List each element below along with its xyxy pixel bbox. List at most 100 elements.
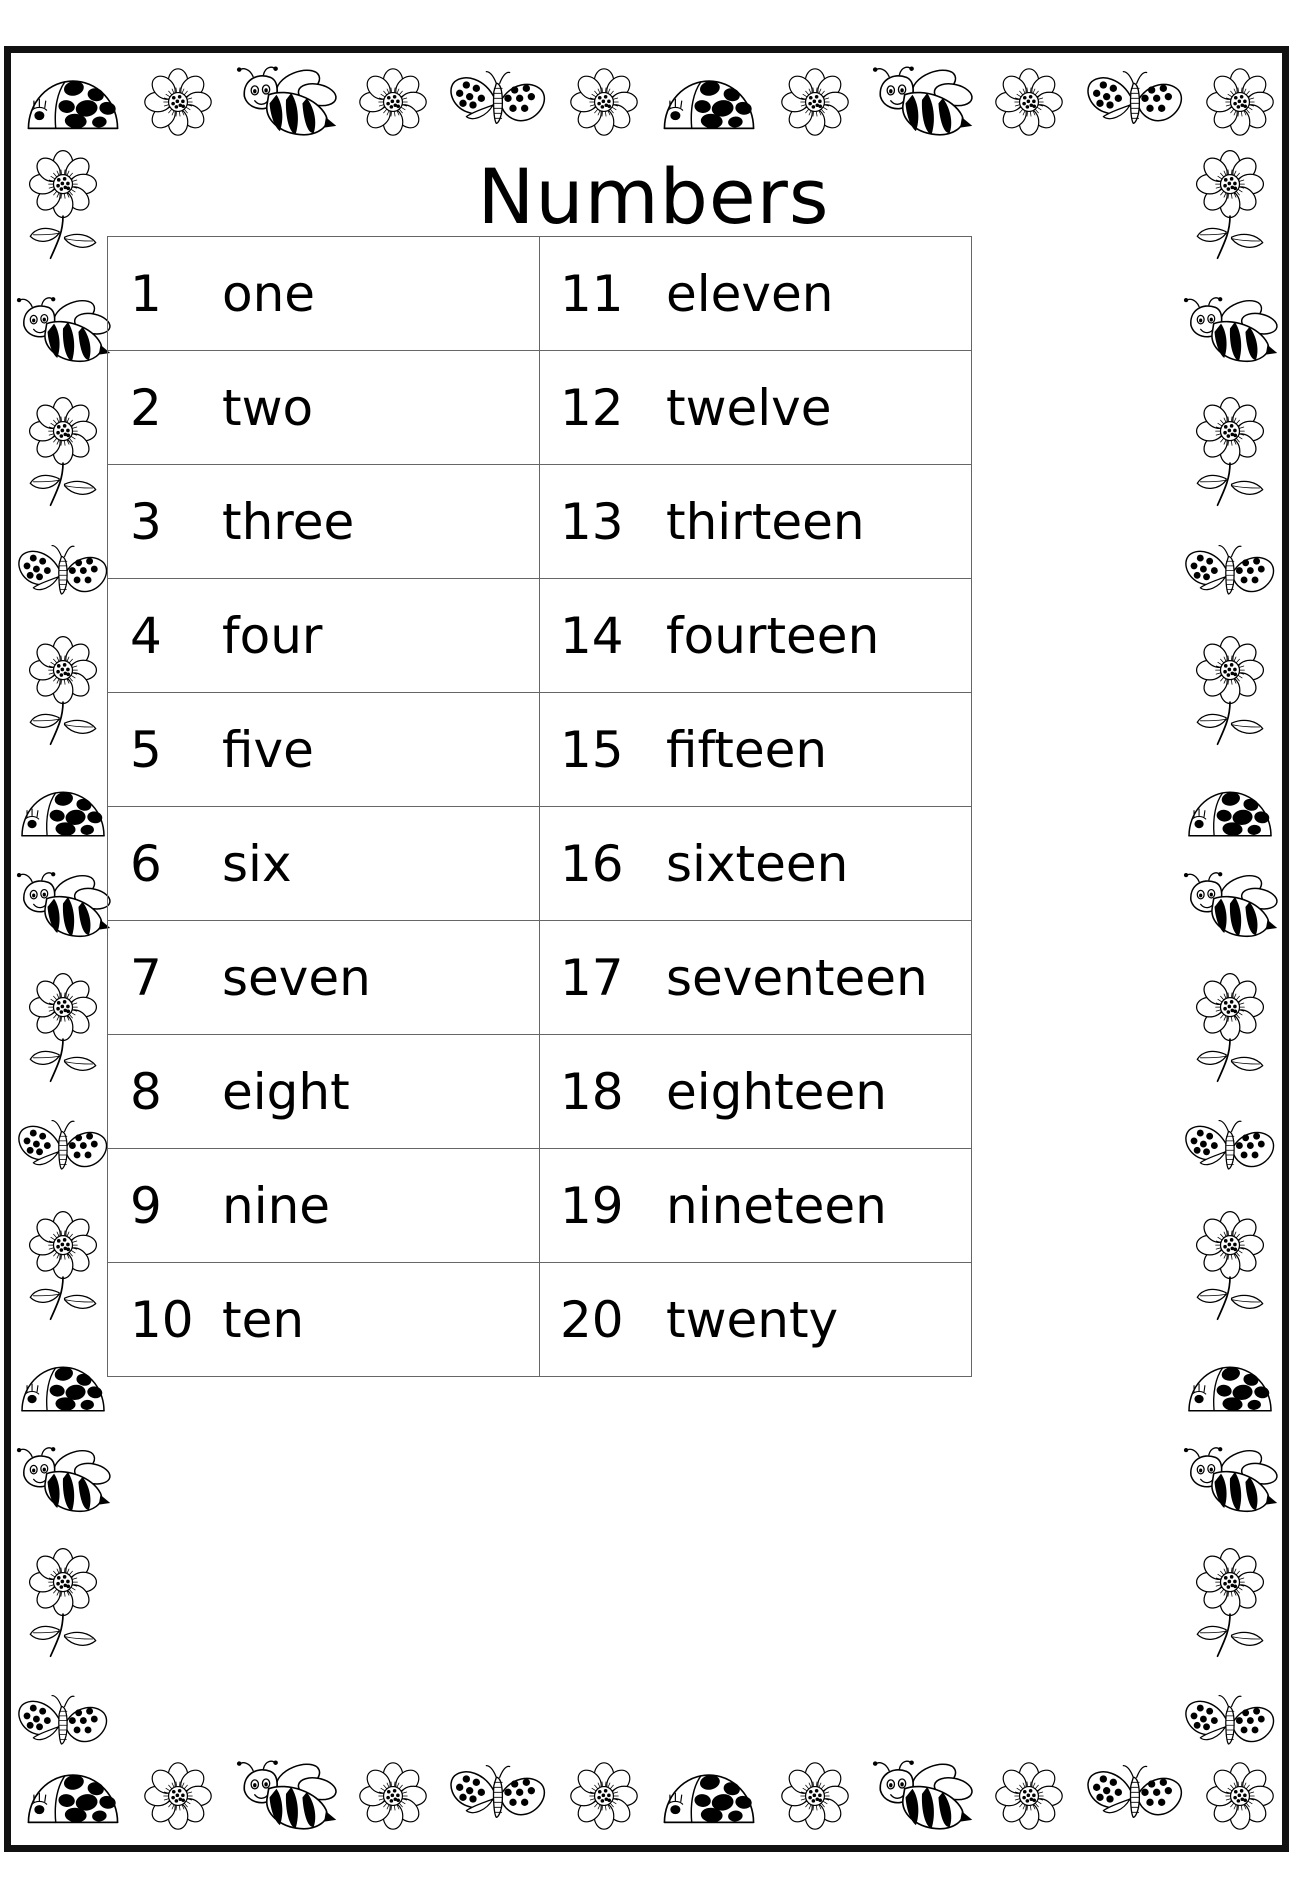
number-cell: 4 four [107, 578, 540, 693]
decorative-border-left [15, 145, 111, 1759]
bee-icon [234, 65, 338, 140]
number-cell: 3 three [107, 464, 540, 579]
number-word: two [222, 378, 314, 437]
numeral: 20 [560, 1290, 624, 1349]
flower-stem-icon [24, 1210, 102, 1327]
numeral: 4 [130, 606, 162, 665]
number-cell: 7 seven [107, 920, 540, 1035]
numeral: 16 [560, 834, 624, 893]
butterfly-icon [1085, 1764, 1185, 1829]
ladybug-icon [1184, 1357, 1276, 1416]
table-row: 10 ten 20 twenty [107, 1262, 972, 1377]
numeral: 12 [560, 378, 624, 437]
number-cell: 10 ten [107, 1262, 540, 1377]
numbers-table: 1 one 11 eleven 2 two 12 twelve 3 three 13 thirteen… [107, 236, 972, 1377]
table-row: 8 eight 18 eighteen [107, 1034, 972, 1149]
decorative-border-top [19, 59, 1281, 145]
numeral: 15 [560, 720, 624, 779]
numeral: 17 [560, 948, 624, 1007]
butterfly-icon [448, 1764, 548, 1829]
numeral: 2 [130, 378, 162, 437]
numeral: 18 [560, 1062, 624, 1121]
number-word: seventeen [666, 948, 928, 1007]
table-row: 7 seven 17 seventeen [107, 920, 972, 1035]
numeral: 14 [560, 606, 624, 665]
number-cell: 11 eleven [539, 236, 972, 351]
number-word: ten [222, 1290, 305, 1349]
number-word: nineteen [666, 1176, 887, 1235]
flower-icon [356, 65, 430, 139]
number-word: five [222, 720, 314, 779]
numeral: 6 [130, 834, 162, 893]
ladybug-icon [23, 1764, 123, 1828]
flower-stem-icon [1191, 1210, 1269, 1327]
number-word: eighteen [666, 1062, 887, 1121]
number-word: twenty [666, 1290, 839, 1349]
number-cell: 17 seventeen [539, 920, 972, 1035]
flower-stem-icon [1191, 1547, 1269, 1664]
number-word: three [222, 492, 355, 551]
bee-icon [1181, 296, 1279, 366]
numeral: 7 [130, 948, 162, 1007]
butterfly-icon [1183, 544, 1277, 605]
butterfly-icon [16, 1119, 110, 1180]
flower-icon [567, 1759, 641, 1833]
table-row: 2 two 12 twelve [107, 350, 972, 465]
number-cell: 13 thirteen [539, 464, 972, 579]
decorative-frame: Numbers 1 one 11 eleven 2 two 12 twelve 3 three 13… [4, 46, 1289, 1852]
bee-icon [870, 1759, 974, 1834]
number-cell: 14 fourteen [539, 578, 972, 693]
ladybug-icon [23, 70, 123, 134]
number-word: eight [222, 1062, 350, 1121]
number-word: sixteen [666, 834, 849, 893]
number-word: fifteen [666, 720, 828, 779]
flower-stem-icon [24, 1547, 102, 1664]
bee-icon [14, 296, 112, 366]
decorative-border-right [1182, 145, 1278, 1759]
flower-icon [778, 1759, 852, 1833]
ladybug-icon [17, 1357, 109, 1416]
decorative-border-bottom [19, 1753, 1281, 1839]
bee-icon [1181, 871, 1279, 941]
flower-icon [1203, 65, 1277, 139]
butterfly-icon [1183, 1119, 1277, 1180]
number-cell: 9 nine [107, 1148, 540, 1263]
number-word: four [222, 606, 323, 665]
flower-stem-icon [1191, 635, 1269, 752]
number-word: eleven [666, 264, 834, 323]
ladybug-icon [17, 782, 109, 841]
flower-stem-icon [24, 396, 102, 513]
number-cell: 12 twelve [539, 350, 972, 465]
flower-icon [1203, 1759, 1277, 1833]
number-cell: 2 two [107, 350, 540, 465]
number-word: nine [222, 1176, 331, 1235]
flower-icon [356, 1759, 430, 1833]
ladybug-icon [1184, 782, 1276, 841]
worksheet-page: Numbers 1 one 11 eleven 2 two 12 twelve 3 three 13… [0, 0, 1300, 1900]
numeral: 19 [560, 1176, 624, 1235]
bee-icon [1181, 1446, 1279, 1516]
table-row: 4 four 14 fourteen [107, 578, 972, 693]
bee-icon [870, 65, 974, 140]
flower-icon [567, 65, 641, 139]
butterfly-icon [16, 544, 110, 605]
number-cell: 20 twenty [539, 1262, 972, 1377]
butterfly-icon [448, 70, 548, 135]
number-cell: 6 six [107, 806, 540, 921]
numeral: 11 [560, 264, 624, 323]
number-cell: 16 sixteen [539, 806, 972, 921]
page-title: Numbers [477, 152, 830, 241]
flower-stem-icon [24, 972, 102, 1089]
bee-icon [14, 871, 112, 941]
flower-icon [778, 65, 852, 139]
ladybug-icon [659, 1764, 759, 1828]
number-cell: 18 eighteen [539, 1034, 972, 1149]
numeral: 5 [130, 720, 162, 779]
table-row: 5 five 15 fifteen [107, 692, 972, 807]
number-cell: 5 five [107, 692, 540, 807]
number-word: seven [222, 948, 371, 1007]
flower-icon [141, 1759, 215, 1833]
flower-icon [992, 65, 1066, 139]
butterfly-icon [1085, 70, 1185, 135]
flower-stem-icon [1191, 972, 1269, 1089]
